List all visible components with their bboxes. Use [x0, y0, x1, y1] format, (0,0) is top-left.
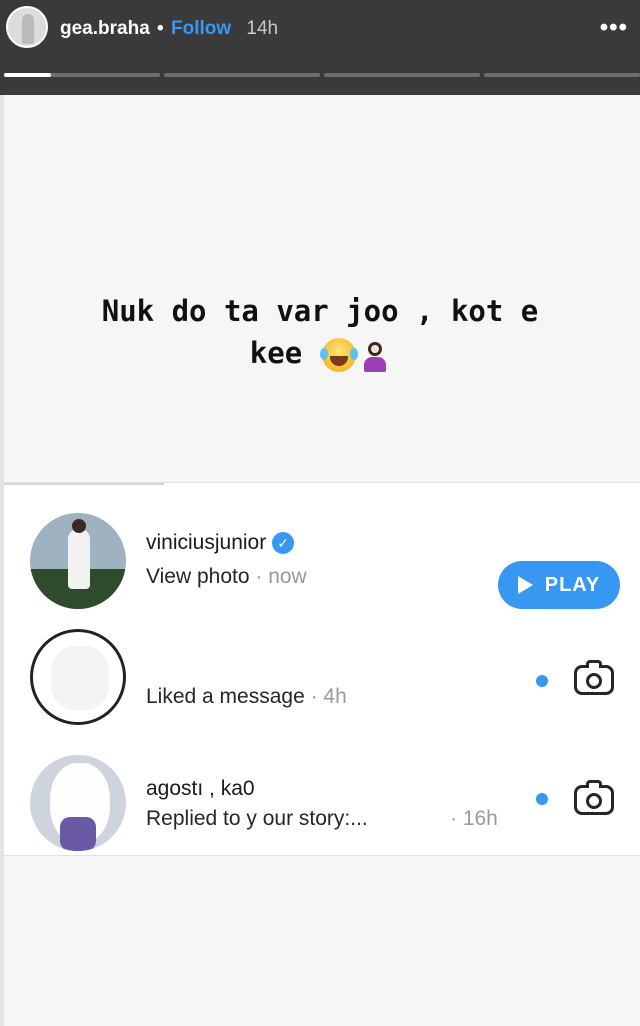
story-progress-fill [4, 73, 51, 77]
caption-line-1: Nuk do ta var joo , kot e [101, 294, 539, 328]
caption-line-2-text: kee [249, 336, 303, 370]
person-shrugging-emoji-icon [360, 338, 390, 372]
avatar-player [68, 529, 90, 589]
story-progress-segment-2 [164, 73, 320, 77]
activity-row-2-time: · 4h [310, 685, 347, 708]
activity-row-2-action: Liked a message [146, 685, 305, 708]
activity-row-2[interactable]: Liked a message · 4h [4, 629, 640, 739]
follow-button[interactable]: Follow [171, 18, 231, 39]
tears-of-joy-emoji-icon [320, 338, 359, 372]
verified-badge-icon: ✓ [272, 532, 295, 555]
activity-row-3-action: Replied to y our story:... [146, 807, 368, 830]
activity-row-3-time: · 16h [450, 807, 498, 830]
story-progress-segment-1 [4, 73, 160, 77]
story-header: gea.braha • Follow 14h ••• [0, 0, 640, 95]
panel-tab-indicator [4, 483, 164, 485]
activity-row-1-detail: View photo · now [146, 565, 307, 589]
activity-row-2-avatar[interactable] [30, 629, 126, 725]
camera-icon[interactable] [574, 779, 614, 815]
activity-row-2-detail: Liked a message · 4h [146, 685, 347, 709]
avatar-figure [22, 14, 34, 44]
activity-row-3-detail: Replied to y our story:... · 16h [146, 807, 506, 831]
activity-row-3-username[interactable]: agostı , ka0 [146, 777, 255, 801]
unread-dot-icon [536, 793, 548, 805]
avatar-obscured [51, 646, 109, 710]
story-timestamp: 14h [246, 18, 279, 39]
play-button-label: PLAY [544, 573, 601, 596]
story-progress-segment-4 [484, 73, 640, 77]
emoji-head [368, 342, 383, 356]
camera-top [586, 780, 602, 788]
camera-icon[interactable] [574, 659, 614, 695]
camera-top [586, 660, 602, 668]
play-button[interactable]: PLAY [498, 561, 620, 609]
tear-right [350, 348, 359, 360]
tear-left [320, 348, 329, 360]
activity-row-1-name[interactable]: viniciusjunior ✓ [146, 531, 295, 555]
story-progress-segment-3 [324, 73, 480, 77]
header-separator: • [157, 18, 164, 39]
activity-panel: viniciusjunior ✓ View photo · now PLAY Li… [4, 482, 640, 856]
avatar-player-head [72, 519, 86, 533]
camera-lens [586, 673, 602, 689]
more-options-icon[interactable]: ••• [600, 14, 628, 42]
story-author-avatar[interactable] [6, 6, 48, 48]
story-caption: Nuk do ta var joo , kot e kee [20, 290, 620, 374]
activity-row-3[interactable]: agostı , ka0 Replied to y our story:... … [4, 751, 640, 861]
activity-row-3-avatar[interactable] [30, 755, 126, 851]
unread-dot-icon [536, 675, 548, 687]
activity-row-1-username[interactable]: viniciusjunior [146, 531, 266, 554]
caption-line-2: kee [20, 332, 620, 374]
story-author-info: gea.braha • Follow 14h [60, 18, 278, 40]
activity-row-1-time: · now [255, 565, 307, 588]
avatar-shirt [60, 817, 96, 851]
activity-row-1[interactable]: viniciusjunior ✓ View photo · now PLAY [4, 509, 640, 619]
play-icon [517, 576, 533, 594]
viniciusjunior-avatar[interactable] [30, 513, 126, 609]
camera-lens [586, 793, 602, 809]
story-author-username[interactable]: gea.braha [60, 18, 150, 39]
emoji-body [364, 357, 387, 372]
activity-row-1-action: View photo [146, 565, 250, 588]
